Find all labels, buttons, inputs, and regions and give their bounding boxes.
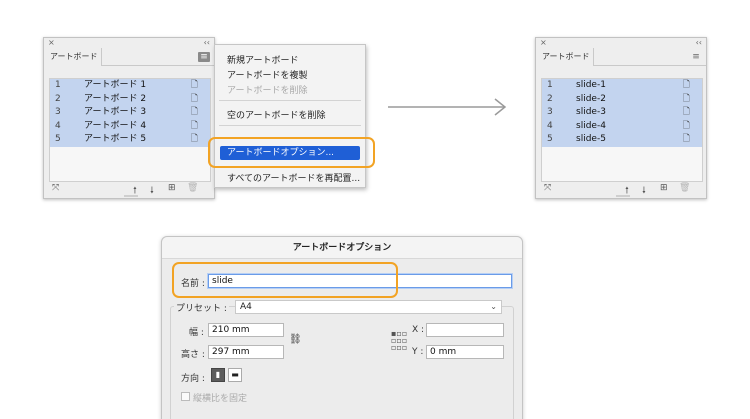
collapse-icon[interactable]: ‹‹ [696, 38, 702, 48]
y-input[interactable]: 0 mm [426, 345, 504, 359]
row-name[interactable]: アートボード 4 [84, 120, 146, 134]
landscape-orientation-button[interactable]: ▬ [228, 368, 242, 382]
artboard-options-icon[interactable]: 🗋 [191, 120, 198, 134]
row-number: 1 [55, 80, 61, 90]
move-down-icon[interactable]: 🠗 [642, 183, 646, 199]
artboard-row[interactable]: 5 アートボード 5 🗋 [50, 133, 210, 147]
artboard-row[interactable]: 1 slide-1 🗋 [542, 79, 702, 93]
rearrange-icon[interactable]: ⤧ [544, 183, 551, 193]
row-name[interactable]: slide-2 [576, 93, 606, 107]
menu-separator [219, 100, 361, 101]
artboard-row[interactable]: 2 slide-2 🗋 [542, 92, 702, 107]
row-name[interactable]: アートボード 2 [84, 93, 146, 107]
close-icon[interactable]: × [48, 38, 55, 48]
resize-grip[interactable] [124, 195, 138, 197]
panel-tabrow: アートボード ≡ [536, 48, 706, 66]
x-label: X : [412, 325, 425, 335]
x-input[interactable] [426, 323, 504, 337]
row-number: 4 [55, 120, 61, 131]
preset-label: プリセット : [174, 301, 229, 314]
height-input[interactable]: 297 mm [208, 345, 284, 359]
trash-icon[interactable]: 🗑 [679, 183, 690, 193]
menu-item-duplicate-artboard[interactable]: アートボードを複製 [227, 68, 307, 81]
trash-icon[interactable]: 🗑 [187, 183, 198, 193]
preset-value: A4 [240, 302, 252, 312]
link-icon[interactable]: ⛓ [289, 334, 302, 345]
close-icon[interactable]: × [540, 38, 547, 48]
artboard-options-icon[interactable]: 🗋 [683, 120, 690, 134]
new-artboard-icon[interactable]: ⊞ [168, 183, 176, 193]
panel-topbar: × ‹‹ [536, 38, 706, 48]
artboard-row[interactable]: 3 アートボード 3 🗋 [50, 106, 210, 120]
menu-item-rearrange-all[interactable]: すべてのアートボードを再配置... [227, 171, 360, 184]
callout-highlight-name [172, 262, 398, 298]
row-number: 2 [55, 93, 61, 104]
row-number: 2 [547, 93, 553, 104]
artboards-panel-after: × ‹‹ アートボード ≡ 1 slide-1 🗋 2 slide-2 🗋 3 slide… [535, 37, 707, 199]
row-name[interactable]: slide-5 [576, 133, 606, 147]
menu-separator [219, 125, 361, 126]
new-artboard-icon[interactable]: ⊞ [660, 183, 668, 193]
panel-menu-icon[interactable]: ≡ [690, 52, 702, 62]
orientation-label: 方向 : [181, 374, 205, 384]
resize-grip[interactable] [616, 195, 630, 197]
panel-menu-icon[interactable]: ≡ [198, 52, 210, 62]
artboard-row[interactable]: 4 slide-4 🗋 [542, 119, 702, 134]
artboards-panel-before: × ‹‹ アートボード ≡ 1 アートボード 1 🗋 2 アートボード 2 🗋 3 アート… [43, 37, 215, 199]
artboard-options-icon[interactable]: 🗋 [191, 106, 198, 120]
artboard-row[interactable]: 1 アートボード 1 🗋 [50, 79, 210, 93]
preset-select[interactable]: A4 ⌄ [235, 300, 502, 314]
artboard-list: 1 slide-1 🗋 2 slide-2 🗋 3 slide-3 🗋 4 slide-4 🗋 … [541, 78, 703, 182]
artboard-options-icon[interactable]: 🗋 [683, 133, 690, 147]
chevron-down-icon: ⌄ [490, 302, 497, 311]
row-name[interactable]: slide-4 [576, 120, 606, 134]
tab-artboards[interactable]: アートボード [44, 48, 102, 66]
row-number: 5 [547, 134, 553, 144]
row-name[interactable]: アートボード 1 [84, 79, 146, 93]
constrain-checkbox[interactable] [181, 392, 190, 401]
menu-item-delete-artboard: アートボードを削除 [227, 86, 308, 96]
panel-tabrow: アートボード ≡ [44, 48, 214, 66]
row-name[interactable]: アートボード 5 [84, 133, 146, 147]
height-label: 高さ : [181, 350, 205, 360]
arrow-right-icon [388, 98, 507, 116]
artboard-row[interactable]: 2 アートボード 2 🗋 [50, 92, 210, 107]
move-down-icon[interactable]: 🠗 [150, 183, 154, 199]
row-number: 3 [547, 107, 553, 117]
artboard-row[interactable]: 3 slide-3 🗋 [542, 106, 702, 120]
artboard-options-icon[interactable]: 🗋 [191, 93, 198, 107]
menu-item-new-artboard[interactable]: 新規アートボード [227, 53, 298, 66]
artboard-options-icon[interactable]: 🗋 [191, 79, 198, 93]
row-name[interactable]: slide-1 [576, 79, 606, 93]
artboard-list: 1 アートボード 1 🗋 2 アートボード 2 🗋 3 アートボード 3 🗋 4 アートボード… [49, 78, 211, 182]
reference-point-icon[interactable]: ▪▫▫ ▫▫▫ ▫▫▫ [391, 330, 407, 352]
artboard-row[interactable]: 5 slide-5 🗋 [542, 133, 702, 147]
panel-topbar: × ‹‹ [44, 38, 214, 48]
artboard-options-icon[interactable]: 🗋 [683, 93, 690, 107]
y-label: Y : [412, 347, 424, 357]
dialog-title: アートボードオプション [162, 237, 522, 259]
row-name[interactable]: アートボード 3 [84, 106, 146, 120]
row-number: 4 [547, 120, 553, 131]
row-number: 1 [547, 80, 553, 90]
artboard-options-icon[interactable]: 🗋 [191, 133, 198, 147]
constrain-label: 縦横比を固定 [193, 394, 248, 404]
callout-highlight-menu [208, 137, 375, 168]
width-input[interactable]: 210 mm [208, 323, 284, 337]
panel-bottombar: ⤧ 🠕 🠗 ⊞ 🗑 [536, 180, 706, 198]
collapse-icon[interactable]: ‹‹ [204, 38, 210, 48]
row-number: 5 [55, 134, 61, 144]
rearrange-icon[interactable]: ⤧ [52, 183, 59, 193]
panel-bottombar: ⤧ 🠕 🠗 ⊞ 🗑 [44, 180, 214, 198]
row-number: 3 [55, 107, 61, 117]
artboard-options-icon[interactable]: 🗋 [683, 106, 690, 120]
artboard-row[interactable]: 4 アートボード 4 🗋 [50, 119, 210, 134]
width-label: 幅 : [189, 328, 204, 338]
artboard-options-icon[interactable]: 🗋 [683, 79, 690, 93]
row-name[interactable]: slide-3 [576, 106, 606, 120]
menu-item-delete-empty-artboards[interactable]: 空のアートボードを削除 [227, 108, 325, 121]
tab-artboards[interactable]: アートボード [536, 48, 594, 66]
portrait-orientation-button[interactable]: ▮ [211, 368, 225, 382]
